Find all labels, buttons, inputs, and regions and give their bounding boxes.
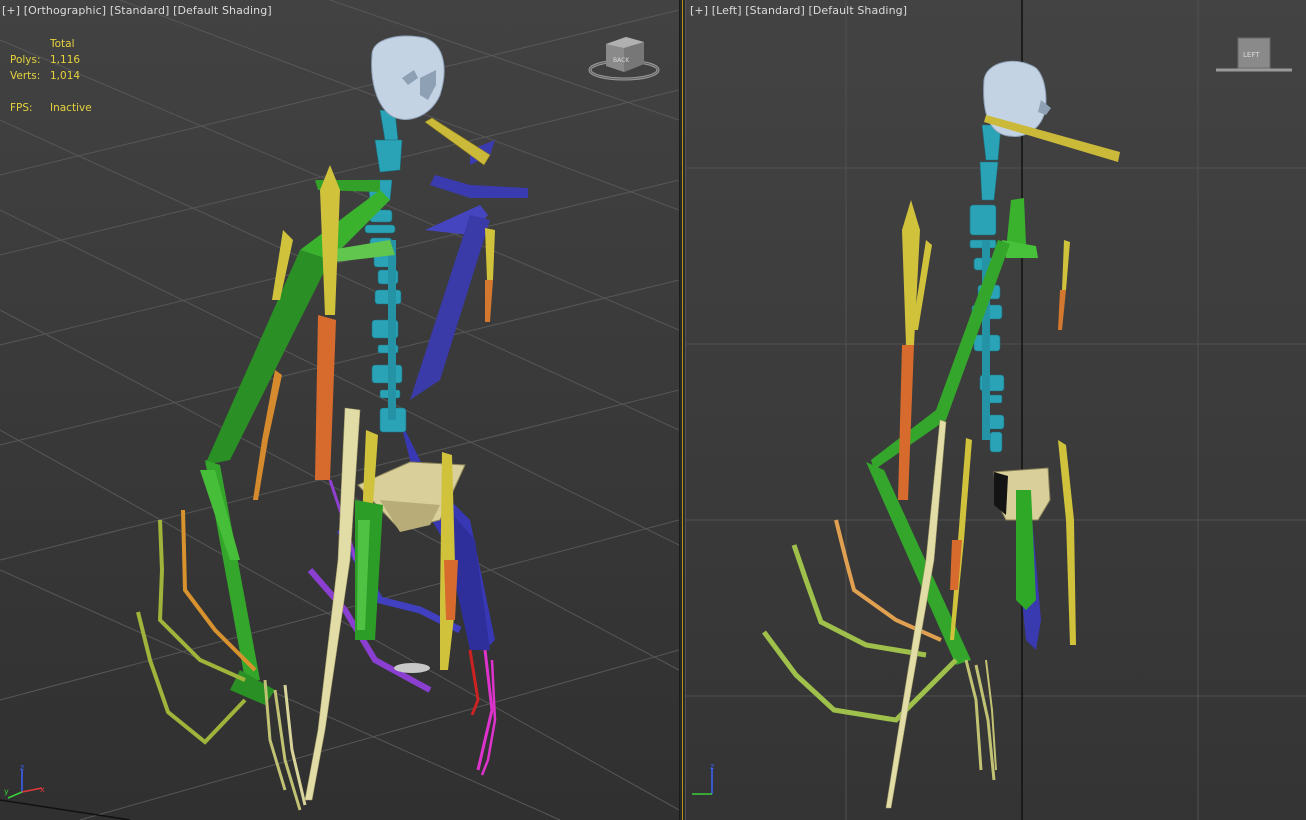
- viewcube-left-view[interactable]: LEFT: [1214, 34, 1294, 78]
- svg-text:z: z: [710, 762, 714, 771]
- viewport-shading-menu[interactable]: [Default Shading]: [173, 4, 272, 17]
- axis-tripod-icon: z x y: [4, 763, 45, 799]
- scene-canvas[interactable]: [0, 0, 679, 820]
- viewcube-face-label: LEFT: [1243, 51, 1260, 59]
- stats-verts-label: Verts:: [10, 70, 41, 82]
- viewport-left-view[interactable]: [+] [Left] [Standard] [Default Shading] …: [686, 0, 1306, 820]
- biped-spine[interactable]: [364, 109, 407, 433]
- viewcube[interactable]: BACK: [586, 34, 662, 86]
- stats-overlay: Total Polys: 1,116 Verts: 1,014 FPS: Inacti…: [10, 36, 92, 116]
- world-axis-line: [0, 799, 131, 820]
- stats-total-label: Total: [50, 38, 75, 50]
- svg-text:x: x: [40, 785, 45, 794]
- stats-verts-value: 1,014: [50, 70, 81, 82]
- scene-canvas-left-view[interactable]: [686, 0, 1306, 820]
- biped-right-arm[interactable]: [136, 180, 395, 811]
- stats-polys-label: Polys:: [10, 54, 41, 66]
- svg-text:z: z: [20, 763, 24, 772]
- biped-neck-bar[interactable]: [424, 117, 491, 166]
- biped-head[interactable]: [371, 35, 445, 120]
- viewport-view-menu[interactable]: [Left]: [712, 4, 742, 17]
- viewcube-face-label: BACK: [613, 57, 630, 64]
- stats-fps-label: FPS:: [10, 102, 33, 114]
- viewport-label-left-view: [+] [Left] [Standard] [Default Shading]: [690, 4, 907, 17]
- viewport-mode-menu[interactable]: [Standard]: [745, 4, 805, 17]
- stats-polys-value: 1,116: [50, 54, 81, 66]
- viewport-shading-menu[interactable]: [Default Shading]: [808, 4, 907, 17]
- viewport-divider[interactable]: [679, 0, 686, 820]
- biped-pelvis-shade-left-view: [994, 472, 1008, 515]
- svg-text:y: y: [4, 787, 9, 796]
- axis-tripod-icon: z: [692, 762, 714, 795]
- biped-neck-bar-left-view[interactable]: [984, 115, 1120, 162]
- viewport-plus-menu[interactable]: [+]: [2, 4, 20, 17]
- stats-fps-value: Inactive: [50, 102, 92, 114]
- grid: [0, 0, 679, 820]
- viewport-view-menu[interactable]: [Orthographic]: [24, 4, 106, 17]
- viewport-label: [+] [Orthographic] [Standard] [Default S…: [2, 4, 272, 17]
- viewport-mode-menu[interactable]: [Standard]: [110, 4, 170, 17]
- viewport-plus-menu[interactable]: [+]: [690, 4, 708, 17]
- viewport-orthographic[interactable]: [+] [Orthographic] [Standard] [Default S…: [0, 0, 679, 820]
